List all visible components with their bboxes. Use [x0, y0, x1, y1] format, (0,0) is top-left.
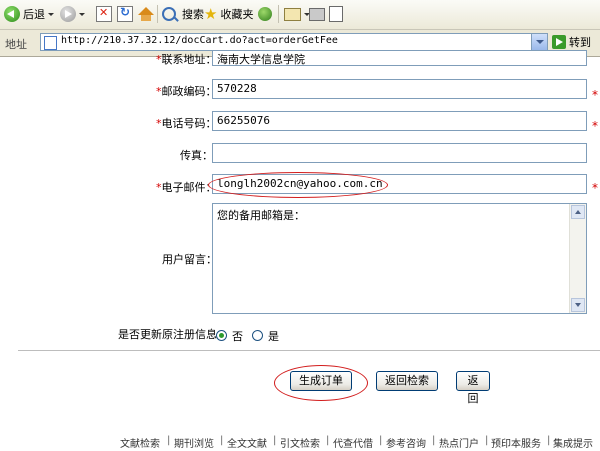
postal-row-label: *邮政编码： [156, 85, 217, 98]
footer-link[interactable]: 文献检索 [120, 435, 160, 450]
address-dropdown-icon[interactable] [531, 34, 547, 50]
refresh-icon [117, 5, 133, 22]
stop-icon [96, 6, 112, 22]
scroll-down-icon[interactable] [571, 298, 585, 312]
back-button-page[interactable]: 返回 [456, 371, 490, 405]
back-button[interactable]: 后退 [4, 4, 54, 24]
footer-link[interactable]: 全文文献 [227, 435, 267, 450]
forward-icon [60, 6, 76, 22]
footer-link[interactable]: 代查代借 [333, 435, 373, 450]
order-button-annotation-ellipse [274, 365, 368, 401]
radio-no[interactable] [216, 330, 227, 341]
footer-nav: 文献检索 | 期刊浏览 | 全文文献 | 引文检索 | 代查代借 | 参考咨询 … [120, 435, 593, 450]
search-icon [162, 7, 176, 21]
back-to-search-button[interactable]: 返回检索 [376, 371, 438, 391]
printer-icon [309, 7, 325, 21]
search-button[interactable]: 搜索 [162, 4, 204, 24]
footer-link[interactable]: 热点门户 [439, 435, 479, 450]
footer-link[interactable]: 引文检索 [280, 435, 320, 450]
print-button[interactable] [309, 4, 325, 24]
favorites-button[interactable]: ★ 收藏夹 [204, 4, 253, 24]
go-arrow-icon [552, 35, 566, 49]
fax-input[interactable] [212, 143, 587, 163]
toolbar-separator [157, 5, 158, 23]
mail-button[interactable] [284, 4, 310, 24]
required-mark: * [592, 119, 598, 133]
phone-row-label: *电话号码： [156, 117, 217, 130]
footer-link[interactable]: 预印本服务 [491, 435, 541, 450]
phone-input[interactable]: 66255076 [212, 111, 587, 131]
star-icon: ★ [204, 4, 218, 23]
edit-page-icon [329, 6, 343, 22]
edit-button[interactable] [329, 4, 343, 24]
postal-code-input[interactable]: 570228 [212, 79, 587, 99]
page-icon [44, 36, 57, 50]
address-url: http://210.37.32.12/docCart.do?act=order… [61, 35, 338, 46]
email-row-label: *电子邮件： [156, 181, 217, 194]
radio-yes[interactable] [252, 330, 263, 341]
scroll-up-icon[interactable] [571, 205, 585, 219]
go-button[interactable]: 转到 [552, 34, 591, 50]
stop-button[interactable] [96, 4, 112, 24]
back-icon [4, 6, 20, 22]
required-mark: * [592, 88, 598, 102]
required-mark: * [592, 181, 598, 195]
message-text: 您的备用邮箱是： [217, 209, 305, 222]
fax-label: 传真： [180, 149, 213, 162]
home-icon [138, 7, 154, 21]
back-dropdown-icon[interactable] [48, 12, 54, 16]
media-icon [258, 7, 272, 21]
footer-link[interactable]: 集成提示 [553, 435, 593, 450]
radio-yes-label: 是 [268, 330, 279, 343]
email-annotation-ellipse [208, 172, 388, 198]
message-label: 用户留言： [162, 253, 217, 266]
section-divider [18, 350, 600, 351]
textarea-scrollbar[interactable] [569, 204, 586, 313]
browser-toolbar: 后退 搜索 ★ 收藏夹 [0, 0, 600, 30]
refresh-button[interactable] [117, 4, 133, 24]
radio-no-label: 否 [232, 330, 243, 343]
address-label: 地址 [5, 38, 27, 51]
mail-icon [284, 7, 301, 21]
address-input[interactable]: http://210.37.32.12/docCart.do?act=order… [40, 33, 548, 51]
home-button[interactable] [138, 4, 154, 24]
address-row-label: *联系地址： [156, 53, 217, 66]
forward-button[interactable] [60, 4, 85, 24]
media-button[interactable] [258, 4, 272, 24]
footer-link[interactable]: 参考咨询 [386, 435, 426, 450]
toolbar-separator [278, 5, 279, 23]
footer-link[interactable]: 期刊浏览 [174, 435, 214, 450]
page-content: *联系地址： 海南大学信息学院 *邮政编码： 570228 * *电话号码： 6… [0, 50, 600, 450]
update-info-label: 是否更新原注册信息： [118, 328, 228, 341]
message-textarea[interactable]: 您的备用邮箱是： [212, 203, 587, 314]
contact-address-input[interactable]: 海南大学信息学院 [212, 50, 587, 66]
forward-dropdown-icon[interactable] [79, 12, 85, 16]
